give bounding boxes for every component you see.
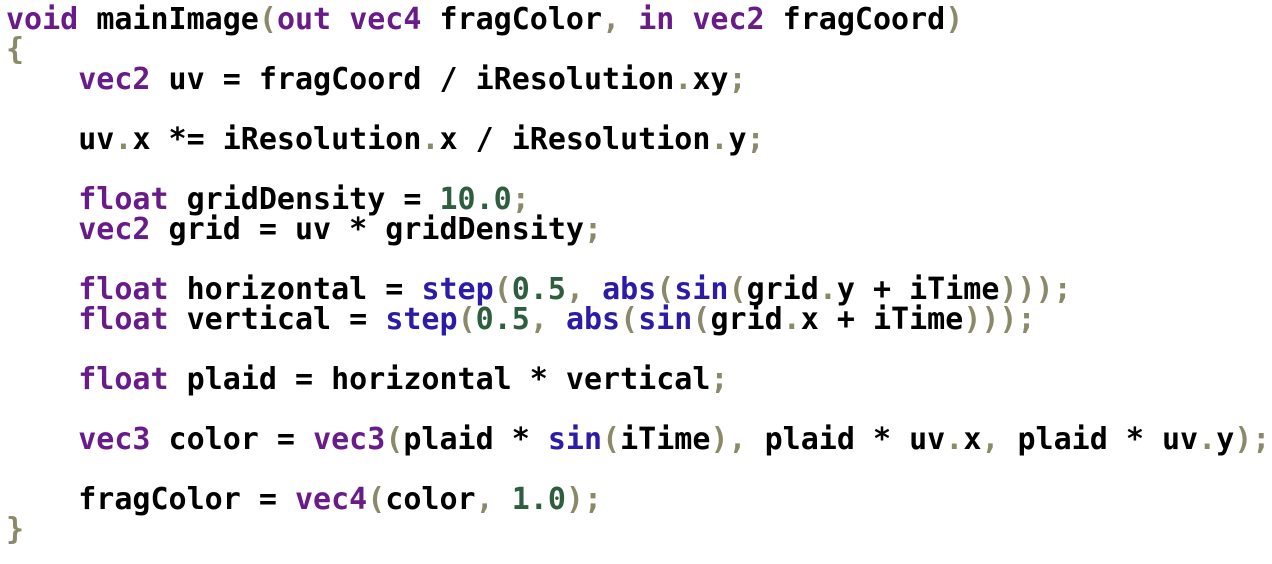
code-identifier: plaid * uv <box>999 422 1199 457</box>
code-punctuation: . <box>945 422 964 457</box>
code-identifier: x + iTime <box>800 302 964 337</box>
code-punctuation: ); <box>565 482 603 517</box>
code-keyword: vec4 <box>294 482 368 517</box>
code-identifier <box>331 2 349 37</box>
code-line: vec2 grid = uv * gridDensity; <box>6 215 1270 245</box>
code-keyword: vec4 <box>349 2 422 37</box>
code-identifier: vertical = <box>168 302 386 337</box>
code-line: void mainImage(out vec4 fragColor, in ve… <box>6 5 1270 35</box>
code-keyword: vec3 <box>78 422 151 457</box>
code-keyword: float <box>78 362 169 397</box>
code-punctuation: ))); <box>963 302 1036 337</box>
code-punctuation: ; <box>746 122 765 157</box>
code-identifier <box>6 422 78 457</box>
code-line: ​ <box>6 335 1270 365</box>
code-punctuation: . <box>782 302 801 337</box>
code-identifier: fragColor = <box>6 482 295 517</box>
code-punctuation: ; <box>728 62 747 97</box>
code-line: ​ <box>6 245 1270 275</box>
code-line: ​ <box>6 155 1270 185</box>
code-punctuation: ) <box>945 2 964 37</box>
code-line: vec2 uv = fragCoord / iResolution.xy; <box>6 65 1270 95</box>
code-punctuation: ; <box>583 212 603 247</box>
code-identifier: y <box>1216 422 1235 457</box>
code-keyword: vec3 <box>313 422 386 457</box>
code-line: fragColor = vec4(color, 1.0); <box>6 485 1270 515</box>
code-identifier: plaid * uv <box>746 422 946 457</box>
code-identifier <box>494 482 512 517</box>
code-identifier: plaid * <box>403 422 548 457</box>
code-punctuation: . <box>114 122 133 157</box>
code-identifier: x *= iResolution <box>132 122 422 157</box>
code-punctuation: . <box>710 122 729 157</box>
code-punctuation: . <box>674 62 693 97</box>
code-line: uv.x *= iResolution.x / iResolution.y; <box>6 125 1270 155</box>
code-line: float plaid = horizontal * vertical; <box>6 365 1270 395</box>
code-identifier <box>548 302 566 337</box>
code-punctuation: , <box>981 422 1000 457</box>
code-keyword: vec2 <box>78 212 151 247</box>
code-punctuation: ; <box>710 362 729 397</box>
code-line: ​ <box>6 95 1270 125</box>
code-punctuation: ( <box>602 422 621 457</box>
code-keyword: vec2 <box>78 62 151 97</box>
code-number: 1.0 <box>511 482 566 517</box>
code-identifier <box>6 302 78 337</box>
code-line: } <box>6 515 1270 545</box>
code-punctuation: ); <box>1234 422 1271 457</box>
code-identifier: uv <box>6 122 115 157</box>
code-punctuation: ( <box>457 302 476 337</box>
code-punctuation: ), <box>710 422 747 457</box>
code-line: ​ <box>6 455 1270 485</box>
code-identifier <box>674 2 692 37</box>
code-identifier: mainImage <box>96 2 259 37</box>
code-punctuation: , <box>529 302 548 337</box>
code-builtin-function: sin <box>638 302 693 337</box>
code-identifier: iTime <box>620 422 711 457</box>
code-identifier <box>6 212 78 247</box>
code-punctuation: ( <box>385 422 404 457</box>
code-identifier: color = <box>150 422 314 457</box>
code-number: 0.5 <box>475 302 530 337</box>
code-line: float vertical = step(0.5, abs(sin(grid.… <box>6 305 1270 335</box>
code-builtin-function: step <box>385 302 458 337</box>
code-keyword: float <box>78 302 169 337</box>
code-keyword: in <box>638 2 675 37</box>
code-punctuation: ( <box>367 482 386 517</box>
code-identifier <box>6 362 78 397</box>
code-punctuation: } <box>6 512 25 547</box>
code-punctuation: . <box>1198 422 1217 457</box>
code-identifier: x / iResolution <box>439 122 711 157</box>
code-line: { <box>6 35 1270 65</box>
code-identifier <box>78 2 96 37</box>
code-line: float horizontal = step(0.5, abs(sin(gri… <box>6 275 1270 305</box>
code-identifier: grid <box>710 302 783 337</box>
code-identifier: fragCoord <box>764 2 946 37</box>
code-punctuation: ( <box>692 302 711 337</box>
code-line: vec3 color = vec3(plaid * sin(iTime), pl… <box>6 425 1270 455</box>
code-identifier: xy <box>692 62 729 97</box>
code-line: float gridDensity = 10.0; <box>6 185 1270 215</box>
code-punctuation: ( <box>620 302 639 337</box>
code-line: ​ <box>6 395 1270 425</box>
code-builtin-function: sin <box>547 422 603 457</box>
code-punctuation: , <box>602 2 621 37</box>
code-identifier <box>620 2 638 37</box>
code-keyword: out <box>276 2 332 37</box>
code-identifier: fragColor <box>421 2 603 37</box>
code-block: void mainImage(out vec4 fragColor, in ve… <box>6 5 1270 545</box>
code-keyword: vec2 <box>692 2 765 37</box>
code-identifier: y <box>728 122 747 157</box>
code-identifier: color <box>385 482 476 517</box>
code-identifier: plaid = horizontal * vertical <box>168 362 711 397</box>
code-punctuation: , <box>475 482 494 517</box>
code-identifier: x <box>963 422 982 457</box>
code-punctuation: . <box>421 122 440 157</box>
code-punctuation: ( <box>258 2 277 37</box>
code-identifier: grid = uv * gridDensity <box>150 212 584 247</box>
code-builtin-function: abs <box>565 302 621 337</box>
code-identifier <box>6 62 78 97</box>
code-identifier: uv = fragCoord / iResolution <box>150 62 675 97</box>
